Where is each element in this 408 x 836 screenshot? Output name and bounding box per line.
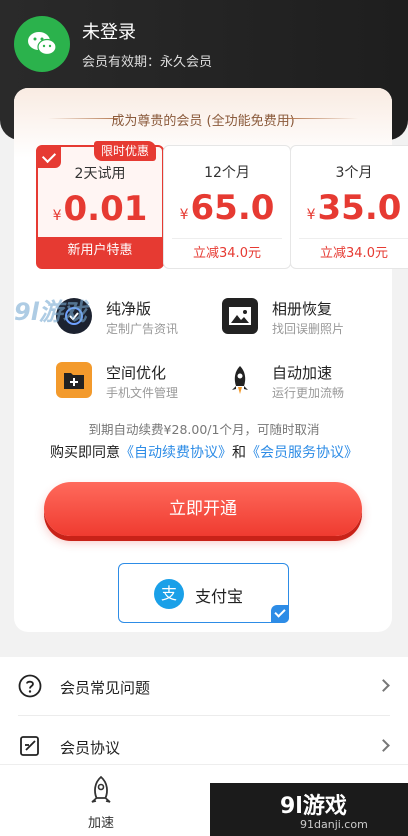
plan-footer: 立减34.0元 (172, 238, 282, 268)
plan-12-months[interactable]: 12个月 ¥65.0 立减34.0元 (163, 145, 291, 269)
open-now-button[interactable]: 立即开通 (44, 482, 362, 536)
help-list: 会员常见问题 会员协议 (0, 657, 408, 767)
agreement-and: 和 (232, 445, 246, 461)
user-name[interactable]: 未登录 (82, 18, 136, 44)
wechat-avatar-icon[interactable] (14, 16, 70, 72)
feature-photo-recovery: 相册恢复 找回误删照片 (222, 298, 392, 342)
price-value: 0.01 (63, 189, 148, 229)
chevron-right-icon (377, 679, 390, 692)
question-icon (18, 674, 42, 698)
feature-desc: 运行更加流畅 (272, 386, 345, 400)
price-value: 65.0 (190, 188, 275, 228)
list-item-faq[interactable]: 会员常见问题 (0, 657, 408, 716)
currency-symbol: ¥ (52, 208, 62, 224)
list-item-label: 会员协议 (60, 739, 121, 757)
price-value: 35.0 (317, 188, 402, 228)
rocket-icon (222, 362, 258, 398)
currency-symbol: ¥ (306, 207, 316, 223)
alipay-icon: 支 (154, 579, 184, 609)
edit-doc-icon (20, 736, 39, 756)
selected-check-icon (271, 605, 289, 623)
auto-renew-note: 到期自动续费¥28.00/1个月，可随时取消 (88, 422, 320, 437)
feature-title: 相册恢复 (272, 300, 333, 318)
agreement-prefix: 购买即同意 (50, 445, 120, 461)
plan-price: ¥0.01 (38, 189, 162, 229)
feature-desc: 定制广告资讯 (106, 322, 179, 336)
feature-desc: 找回误删照片 (272, 322, 345, 336)
plan-3-months[interactable]: 3个月 ¥35.0 立减34.0元 (290, 145, 408, 269)
feature-desc: 手机文件管理 (106, 386, 179, 400)
plan-name: 3个月 (335, 165, 373, 181)
plan-footer: 新用户特惠 (38, 237, 162, 267)
member-service-agreement-link[interactable]: 《会员服务协议》 (246, 445, 358, 461)
title-divider-right (288, 118, 358, 119)
membership-validity: 会员有效期：永久会员 (82, 55, 213, 70)
feature-auto-speed: 自动加速 运行更加流畅 (222, 362, 392, 406)
tab-speed-label[interactable]: 加速 (86, 812, 116, 831)
feature-title: 自动加速 (272, 364, 333, 382)
folder-plus-icon (56, 362, 92, 398)
list-item-label: 会员常见问题 (60, 679, 151, 697)
feature-title: 纯净版 (106, 300, 152, 318)
plan-name: 2天试用 (74, 166, 126, 182)
alipay-option[interactable]: 支 支付宝 (118, 563, 289, 623)
currency-symbol: ¥ (179, 207, 189, 223)
auto-renew-agreement-link[interactable]: 《自动续费协议》 (120, 445, 232, 461)
agreement-line: 购买即同意《自动续费协议》和《会员服务协议》 (0, 442, 408, 462)
plan-footer: 立减34.0元 (299, 238, 408, 268)
payment-label: 支付宝 (195, 587, 244, 606)
photo-icon (222, 298, 258, 334)
plan-list: 2天试用 ¥0.01 新用户特惠 12个月 ¥65.0 立减34.0元 3个月 … (22, 145, 408, 270)
rocket-tab-icon[interactable] (86, 775, 116, 807)
feature-space-optimize: 空间优化 手机文件管理 (56, 362, 226, 406)
plan-name: 12个月 (204, 165, 250, 181)
divider (18, 715, 390, 716)
feature-title: 空间优化 (106, 364, 167, 382)
chevron-right-icon (377, 739, 390, 752)
plan-price: ¥65.0 (164, 188, 290, 228)
watermark-url: 91danji.com (300, 818, 368, 831)
limited-offer-badge: 限时优惠 (94, 141, 156, 161)
card-title: 成为尊贵的会员 (全功能免费用) (111, 114, 295, 129)
plan-price: ¥35.0 (291, 188, 408, 228)
watermark-brand: 9l游戏 (280, 794, 347, 819)
plan-trial[interactable]: 2天试用 ¥0.01 新用户特惠 (36, 145, 164, 269)
watermark-logo: 9l游戏 (14, 298, 87, 326)
